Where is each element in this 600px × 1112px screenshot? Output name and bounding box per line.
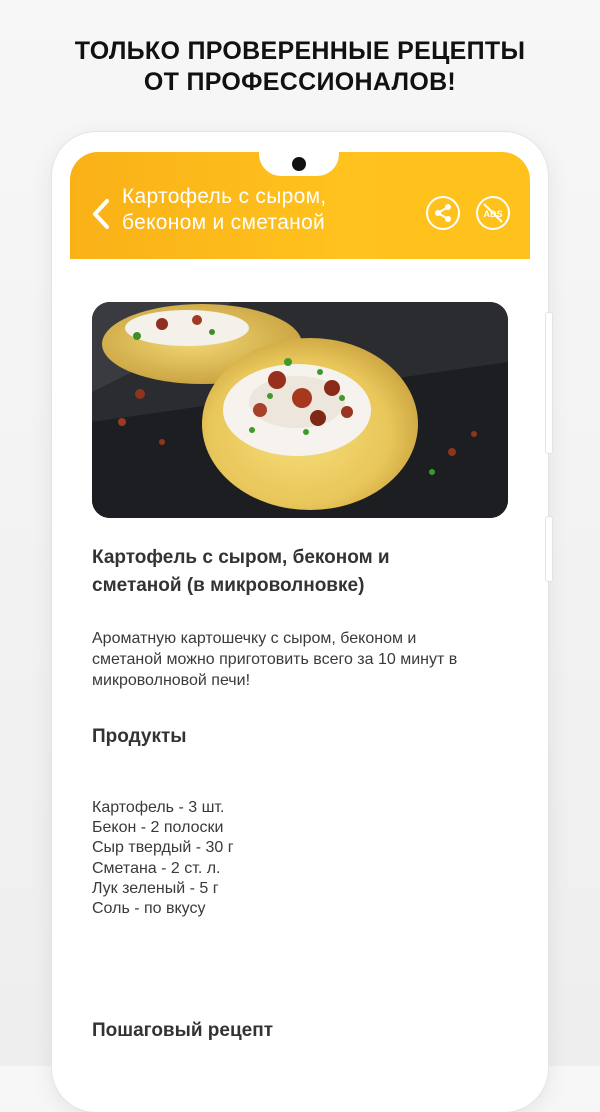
page-title: Картофель с сыром, беконом и сметаной [122, 184, 372, 236]
phone-side-button [545, 312, 553, 454]
ingredient-item: Соль - по вкусу [92, 900, 206, 918]
ingredients-list: Картофель - 3 шт. Бекон - 2 полоски Сыр … [92, 798, 234, 919]
promo-headline: ТОЛЬКО ПРОВЕРЕННЫЕ РЕЦЕПТЫ ОТ ПРОФЕССИОН… [0, 36, 600, 98]
recipe-title-line-1: Картофель с сыром, беконом и [92, 547, 390, 568]
no-ads-icon: ADS [483, 203, 503, 223]
recipe-description: Ароматную картошечку с сыром, беконом и … [92, 628, 512, 691]
baked-potato-image [92, 302, 508, 518]
recipe-title: Картофель с сыром, беконом и сметаной (в… [92, 544, 492, 600]
app-screen: Картофель с сыром, беконом и сметаной AD… [70, 152, 530, 1066]
ingredient-item: Лук зеленый - 5 г [92, 879, 219, 897]
back-button[interactable] [88, 196, 114, 232]
front-camera [292, 157, 306, 171]
description-line-2: сметаной можно приготовить всего за 10 м… [92, 651, 458, 668]
phone-side-button [545, 516, 553, 582]
promo-line-1: ТОЛЬКО ПРОВЕРЕННЫЕ РЕЦЕПТЫ [74, 37, 526, 65]
ingredient-item: Сметана - 2 ст. л. [92, 859, 221, 877]
chevron-left-icon [93, 199, 109, 229]
page-title-line-2: беконом и сметаной [122, 211, 326, 234]
steps-heading: Пошаговый рецепт [92, 1020, 274, 1041]
products-heading: Продукты [92, 726, 187, 747]
description-line-3: микроволновой печи! [92, 672, 251, 689]
remove-ads-button[interactable]: ADS [476, 196, 510, 230]
page-title-line-1: Картофель с сыром, [122, 185, 327, 208]
description-line-1: Ароматную картошечку с сыром, беконом и [92, 630, 417, 647]
recipe-photo [92, 302, 508, 518]
promo-line-2: ОТ ПРОФЕССИОНАЛОВ! [143, 68, 457, 96]
share-icon [435, 204, 451, 222]
recipe-title-line-2: сметаной (в микроволновке) [92, 575, 365, 596]
ingredient-item: Бекон - 2 полоски [92, 819, 224, 837]
ingredient-item: Сыр твердый - 30 г [92, 839, 234, 857]
ingredient-item: Картофель - 3 шт. [92, 799, 225, 816]
share-button[interactable] [426, 196, 460, 230]
